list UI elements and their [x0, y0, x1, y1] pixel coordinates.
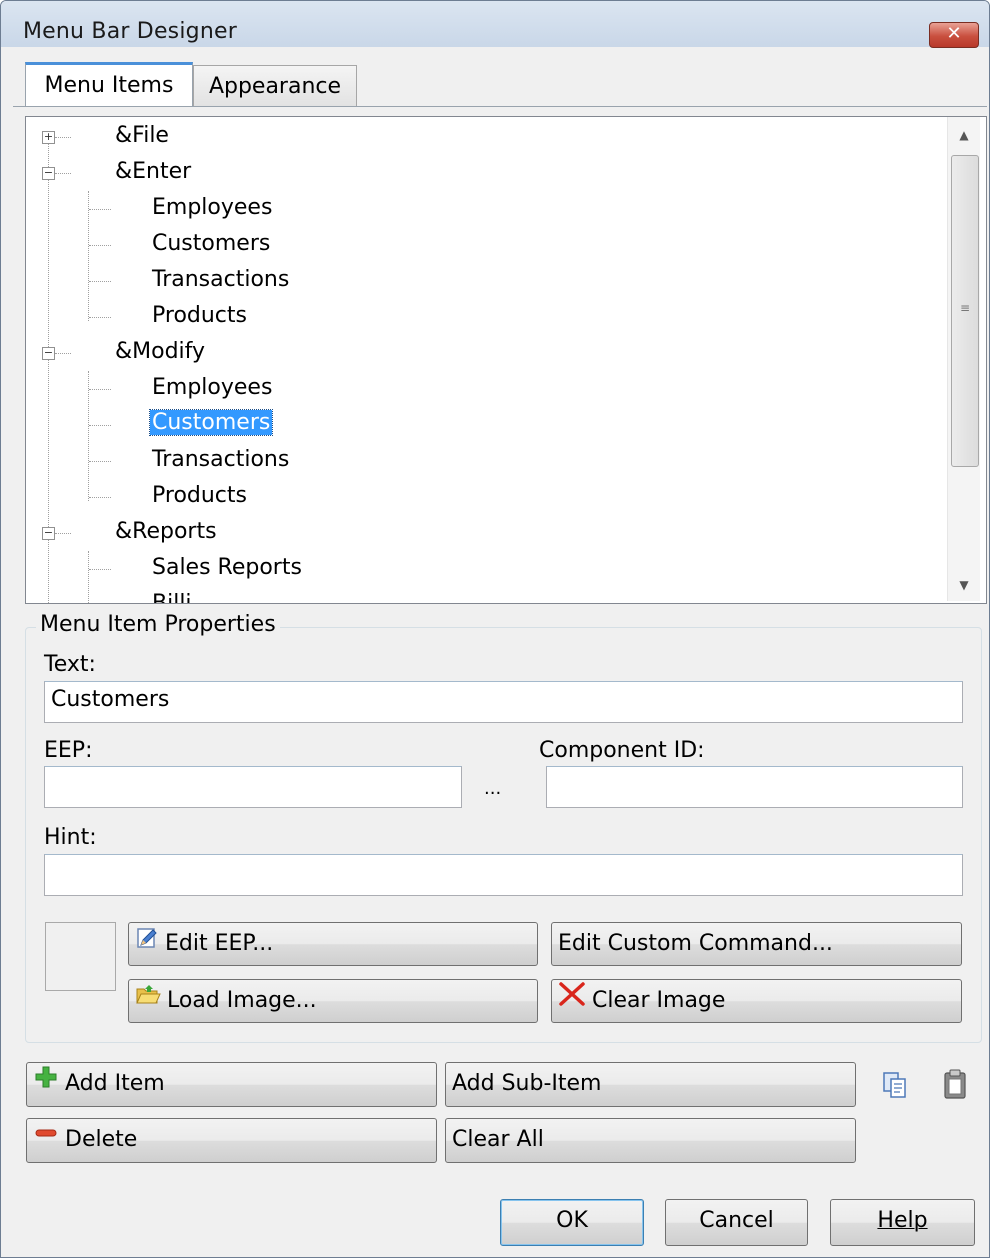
scroll-up-icon[interactable]: ▲ — [948, 121, 980, 149]
cancel-button[interactable]: Cancel — [665, 1199, 808, 1246]
copy-icon[interactable] — [880, 1070, 910, 1104]
expand-icon[interactable]: + — [42, 131, 55, 144]
load-image-label: Load Image... — [167, 988, 317, 1013]
ok-button[interactable]: OK — [500, 1199, 644, 1246]
image-preview — [45, 922, 116, 991]
add-item-button[interactable]: Add Item — [26, 1062, 437, 1107]
tree-connector — [89, 317, 111, 318]
cancel-label: Cancel — [699, 1208, 774, 1233]
collapse-icon[interactable]: − — [42, 527, 55, 540]
tree-scrollbar[interactable]: ▲ ≡ ▼ — [947, 117, 980, 601]
tree-connector — [55, 353, 71, 354]
add-item-label: Add Item — [65, 1071, 165, 1096]
tree-connector — [89, 461, 111, 462]
tree-connector — [89, 425, 111, 426]
tree-node-billing-partial[interactable]: Billi — [152, 591, 192, 603]
tree-node-file[interactable]: &File — [115, 123, 169, 148]
tree-connector — [55, 173, 71, 174]
edit-custom-command-label: Edit Custom Command... — [558, 931, 833, 956]
eep-label: EEP: — [44, 738, 93, 763]
clear-all-button[interactable]: Clear All — [445, 1118, 856, 1163]
tree-node-modify-customers-selected[interactable]: Customers — [148, 409, 274, 436]
tree-branch-line — [88, 371, 89, 501]
tree-node-enter[interactable]: &Enter — [115, 159, 191, 184]
pencil-icon — [135, 923, 159, 965]
red-minus-icon — [33, 1119, 59, 1161]
add-sub-item-label: Add Sub-Item — [452, 1071, 602, 1096]
title-bar: Menu Bar Designer ✕ — [1, 1, 989, 48]
component-id-field[interactable] — [546, 766, 963, 808]
tree-connector — [89, 209, 111, 210]
tab-appearance[interactable]: Appearance — [193, 65, 357, 107]
red-x-icon — [558, 980, 586, 1022]
tree-node-enter-transactions[interactable]: Transactions — [152, 267, 289, 292]
tree-connector — [55, 533, 71, 534]
add-sub-item-button[interactable]: Add Sub-Item — [445, 1062, 856, 1107]
tree-node-reports[interactable]: &Reports — [115, 519, 217, 544]
green-plus-icon — [33, 1063, 59, 1105]
delete-label: Delete — [65, 1127, 138, 1152]
eep-field[interactable] — [44, 766, 462, 808]
collapse-icon[interactable]: − — [42, 347, 55, 360]
tree-node-sales-reports[interactable]: Sales Reports — [152, 555, 302, 580]
collapse-icon[interactable]: − — [42, 167, 55, 180]
load-image-button[interactable]: Load Image... — [128, 979, 538, 1023]
folder-icon — [135, 980, 161, 1022]
tree-branch-line — [88, 191, 89, 321]
tree-connector — [89, 281, 111, 282]
tree-branch-line — [88, 551, 89, 603]
clear-image-button[interactable]: Clear Image — [551, 979, 962, 1023]
delete-button[interactable]: Delete — [26, 1118, 437, 1163]
window-title: Menu Bar Designer — [23, 19, 237, 44]
tree-connector — [89, 497, 111, 498]
clear-all-label: Clear All — [452, 1127, 544, 1152]
tab-strip: Menu Items Appearance — [1, 47, 989, 107]
tree-connector — [89, 245, 111, 246]
menu-tree-view[interactable]: + − − − &File &Enter Employees Customers… — [25, 116, 987, 604]
tree-node-modify[interactable]: &Modify — [115, 339, 205, 364]
scroll-down-icon[interactable]: ▼ — [948, 571, 980, 599]
tree-node-enter-products[interactable]: Products — [152, 303, 247, 328]
close-icon: ✕ — [946, 23, 962, 44]
tree-node-enter-employees[interactable]: Employees — [152, 195, 272, 220]
hint-label: Hint: — [44, 825, 97, 850]
close-button[interactable]: ✕ — [929, 22, 979, 48]
tree-node-modify-transactions[interactable]: Transactions — [152, 447, 289, 472]
paste-icon[interactable] — [940, 1068, 970, 1104]
tree-connector — [89, 389, 111, 390]
tree-node-modify-products[interactable]: Products — [152, 483, 247, 508]
edit-eep-button[interactable]: Edit EEP... — [128, 922, 538, 966]
tree-node-enter-customers[interactable]: Customers — [152, 231, 270, 256]
clear-image-label: Clear Image — [592, 988, 726, 1013]
group-title: Menu Item Properties — [36, 612, 280, 637]
component-id-label: Component ID: — [539, 738, 705, 763]
eep-browse-button[interactable]: ... — [484, 778, 501, 799]
edit-eep-label: Edit EEP... — [165, 931, 274, 956]
tree-connector — [55, 137, 71, 138]
help-label: Help — [877, 1208, 928, 1233]
text-field[interactable]: Customers — [44, 681, 963, 723]
edit-custom-command-button[interactable]: Edit Custom Command... — [551, 922, 962, 966]
hint-field[interactable] — [44, 854, 963, 896]
tab-menu-items[interactable]: Menu Items — [25, 62, 193, 107]
scroll-thumb[interactable]: ≡ — [951, 155, 979, 467]
text-label: Text: — [44, 652, 96, 677]
ok-label: OK — [556, 1208, 588, 1233]
tree-connector — [89, 569, 111, 570]
tree-node-modify-employees[interactable]: Employees — [152, 375, 272, 400]
grip-icon: ≡ — [960, 301, 971, 315]
help-button[interactable]: Help — [830, 1199, 975, 1246]
